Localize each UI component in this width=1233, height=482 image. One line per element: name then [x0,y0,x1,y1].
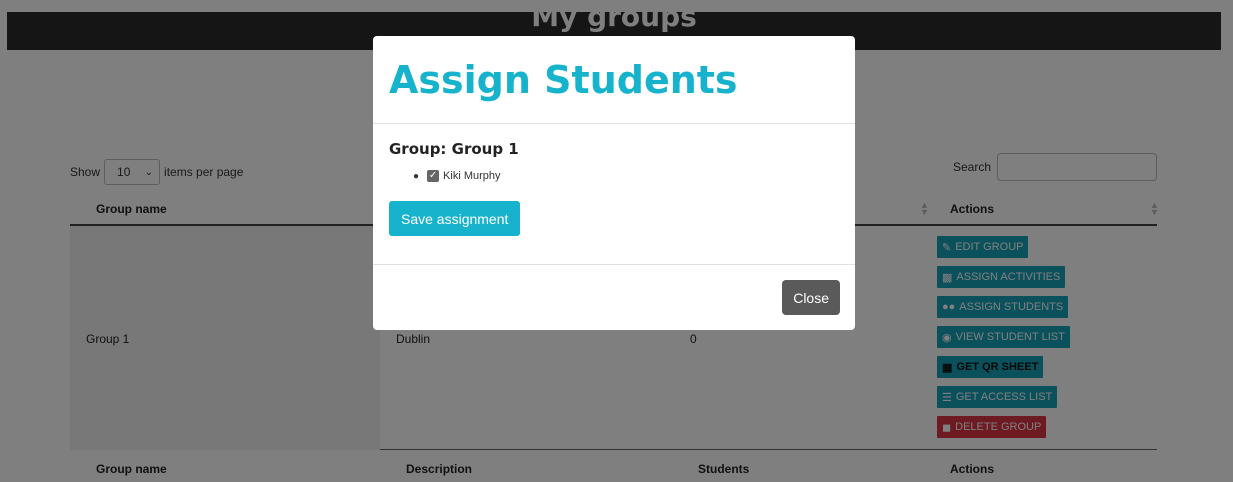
list-item: ● ✓ Kiki Murphy [413,170,839,182]
group-heading: Group: Group 1 [389,140,519,158]
modal-body: Group: Group 1 ● ✓ Kiki Murphy Save assi… [373,124,855,265]
modal-header: Assign Students [373,36,855,124]
student-checkbox[interactable]: ✓ [427,170,440,182]
student-list: ● ✓ Kiki Murphy [389,170,839,182]
bullet-icon: ● [413,170,420,182]
modal-title: Assign Students [389,58,738,102]
modal-footer: Close [373,265,855,329]
student-name: Kiki Murphy [443,170,501,182]
assign-students-modal: Assign Students Group: Group 1 ● ✓ Kiki … [373,36,855,330]
close-button[interactable]: Close [782,280,840,315]
save-assignment-button[interactable]: Save assignment [389,201,521,236]
